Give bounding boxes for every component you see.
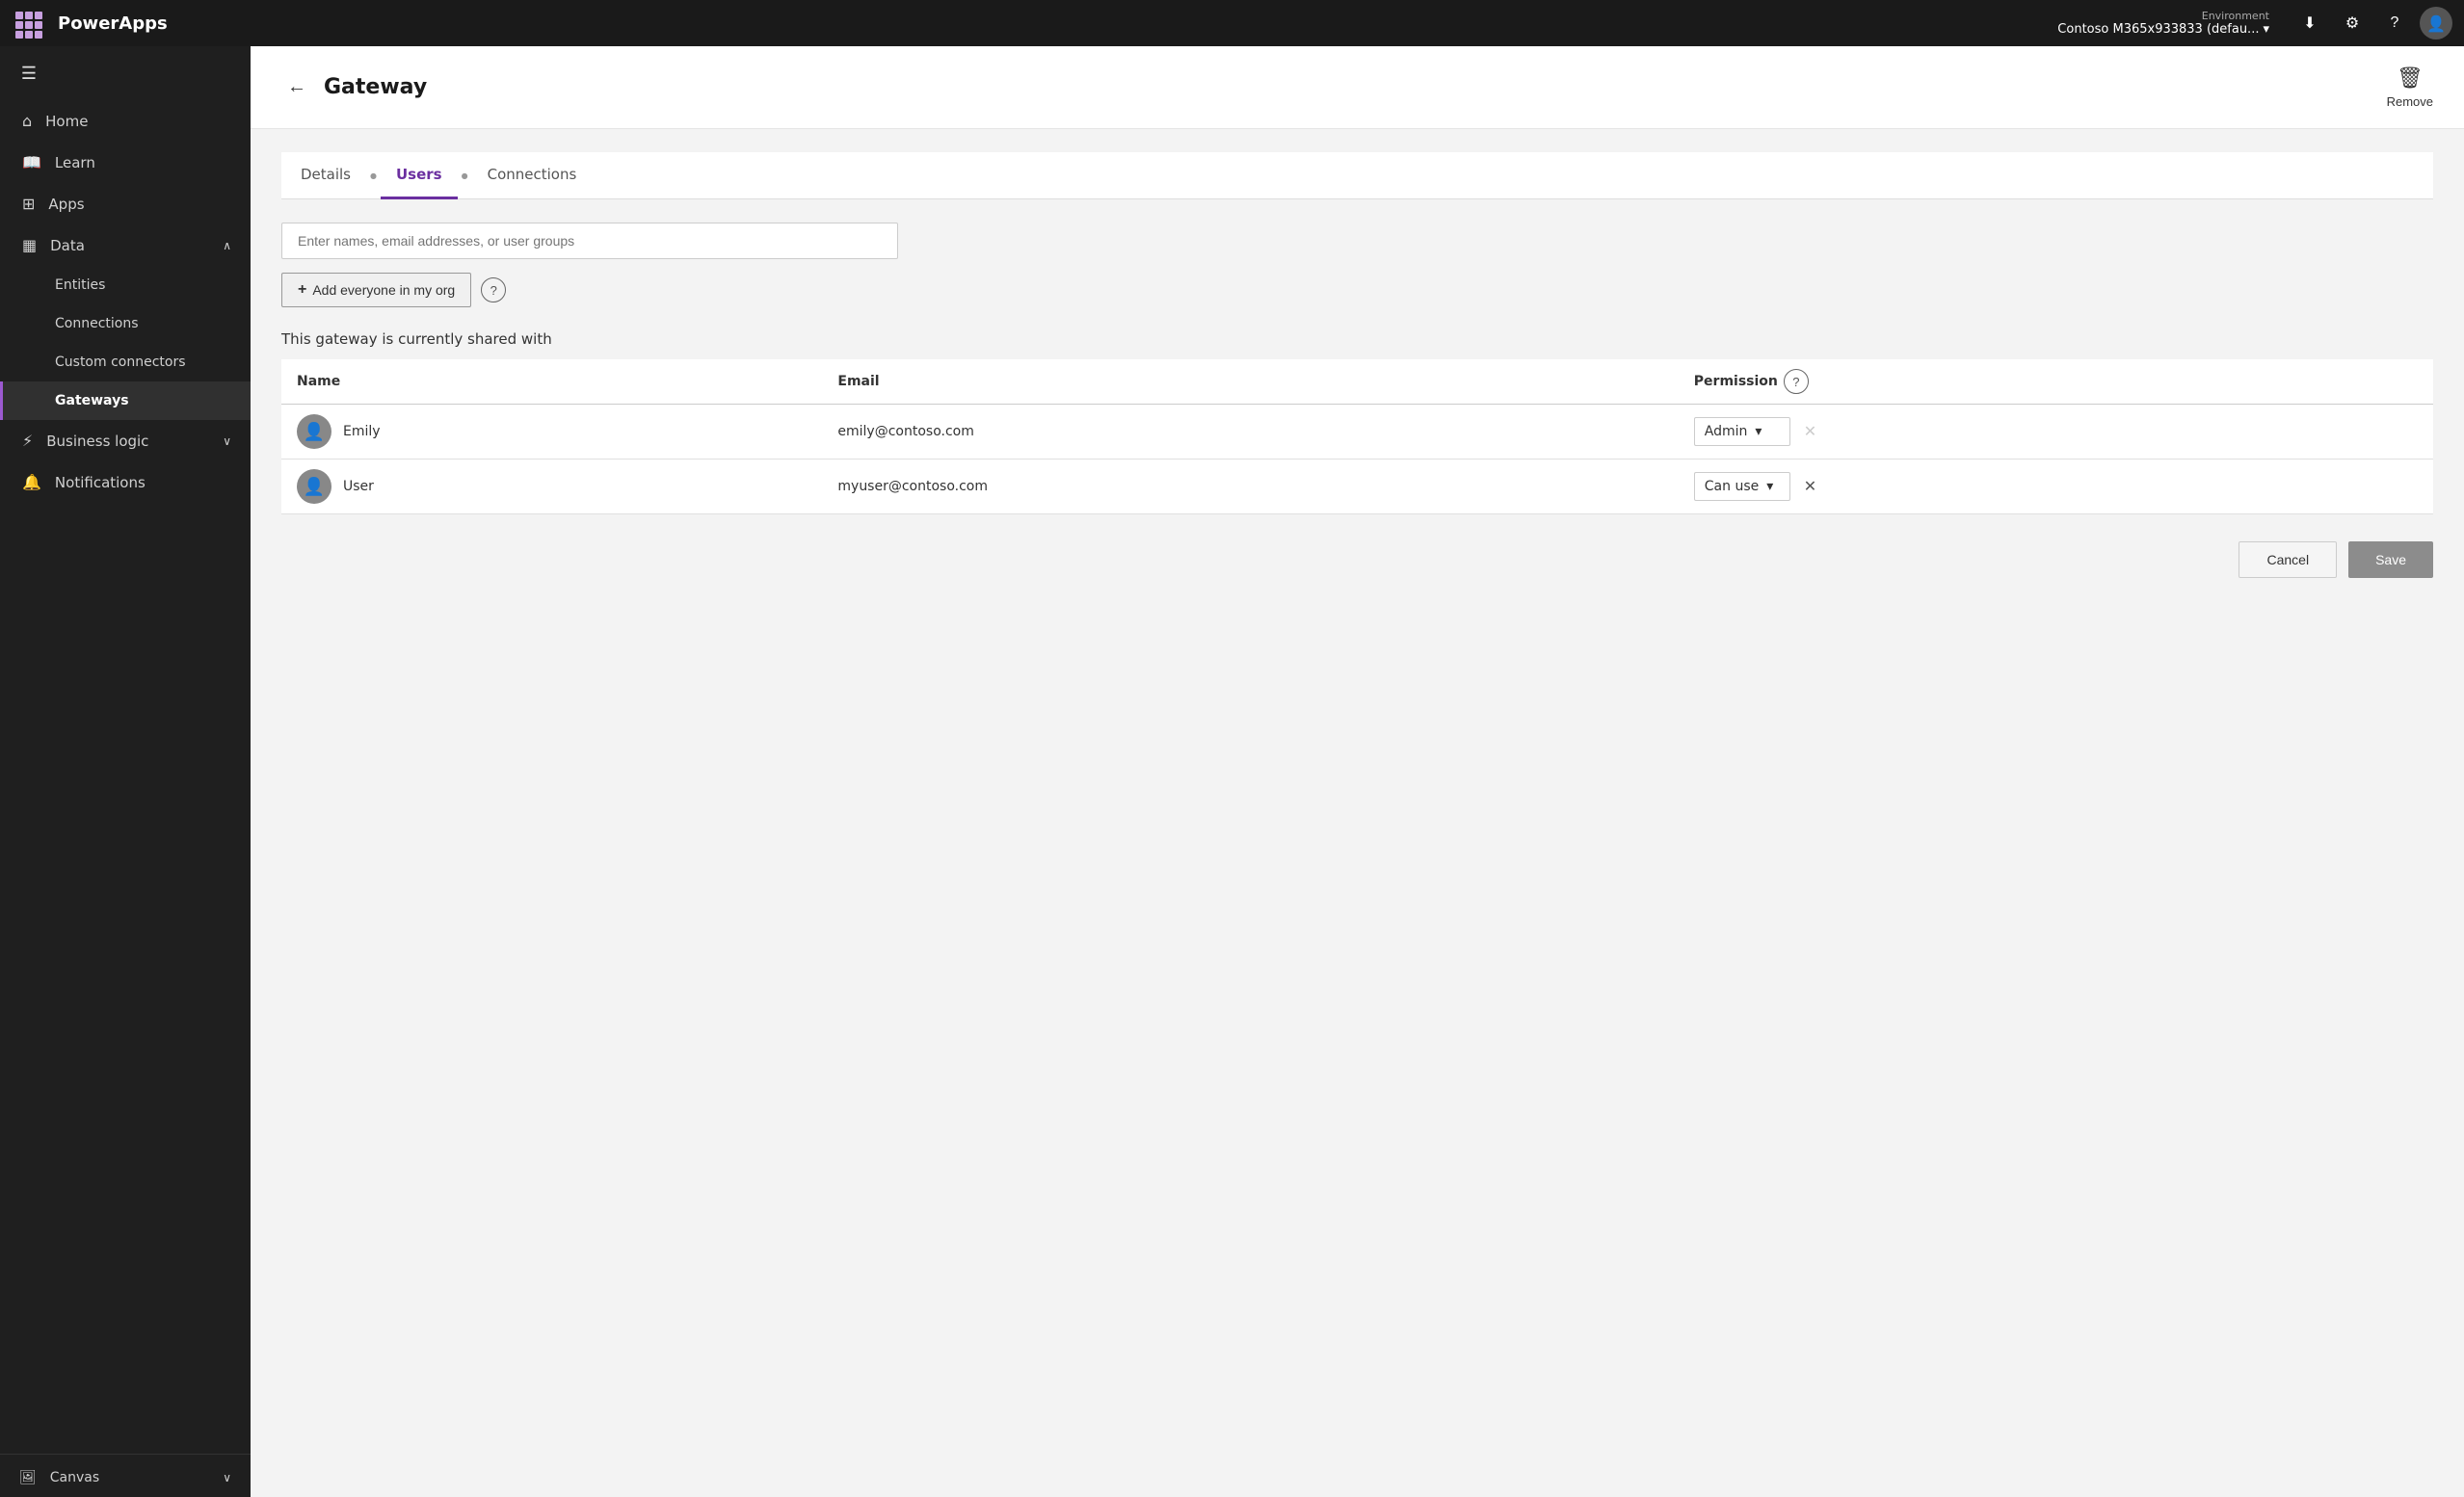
- remove-label: Remove: [2387, 94, 2433, 109]
- sidebar-item-connections[interactable]: Connections: [0, 304, 251, 343]
- back-button[interactable]: ←: [281, 72, 312, 103]
- tab-connections[interactable]: Connections: [472, 152, 593, 199]
- user-name: User: [343, 479, 374, 494]
- add-everyone-label: Add everyone in my org: [312, 282, 455, 298]
- remove-button[interactable]: 🗑 Remove: [2387, 66, 2433, 109]
- user-search-input[interactable]: [281, 223, 898, 259]
- user-name-cell: 👤 Emily: [281, 405, 822, 460]
- page-title: Gateway: [324, 75, 427, 99]
- tab-users[interactable]: Users: [381, 152, 458, 199]
- main-layout: ☰ ⌂ Home 📖 Learn ⊞ Apps ▦ Data ∧ Entitie…: [0, 46, 2464, 1497]
- topbar-icons: ⬇ ⚙ ? 👤: [2292, 6, 2452, 40]
- sidebar-item-label: Home: [45, 113, 88, 130]
- user-permission-cell: Admin ▾ ✕: [1679, 405, 2433, 460]
- dropdown-chevron-icon: ▾: [1755, 424, 1762, 439]
- home-icon: ⌂: [22, 112, 32, 130]
- environment-selector[interactable]: Environment Contoso M365x933833 (defau..…: [2057, 10, 2269, 37]
- sidebar-item-data[interactable]: ▦ Data ∧: [0, 224, 251, 266]
- canvas-icon: 🖼: [19, 1470, 37, 1485]
- plus-icon: +: [298, 281, 306, 299]
- avatar-icon: 👤: [2426, 14, 2446, 33]
- tab-dot-1: ●: [370, 171, 377, 180]
- app-logo: PowerApps: [58, 13, 168, 34]
- permission-dropdown-emily[interactable]: Admin ▾: [1694, 417, 1790, 446]
- page-header: ← Gateway 🗑 Remove: [251, 46, 2464, 129]
- cancel-button[interactable]: Cancel: [2239, 541, 2337, 578]
- col-header-permission: Permission ?: [1679, 359, 2433, 405]
- remove-user-emily-button[interactable]: ✕: [1798, 420, 1822, 443]
- sidebar-item-business-logic[interactable]: ⚡ Business logic ∨: [0, 420, 251, 461]
- user-avatar-emily: 👤: [297, 414, 331, 449]
- data-expand-icon: ∧: [223, 239, 231, 252]
- user-email-cell: emily@contoso.com: [822, 405, 1678, 460]
- sidebar-item-notifications[interactable]: 🔔 Notifications: [0, 461, 251, 503]
- business-expand-icon: ∨: [223, 434, 231, 448]
- user-avatar[interactable]: 👤: [2420, 7, 2452, 39]
- person-icon: 👤: [304, 477, 325, 497]
- sidebar-item-custom-connectors[interactable]: Custom connectors: [0, 343, 251, 381]
- apps-icon: ⊞: [22, 195, 35, 213]
- user-name-cell: 👤 User: [281, 460, 822, 514]
- users-table: Name Email Permission ?: [281, 359, 2433, 514]
- sidebar-item-label: Gateways: [55, 393, 129, 408]
- action-buttons: Cancel Save: [281, 541, 2433, 578]
- tab-bar: Details ● Users ● Connections: [281, 152, 2433, 199]
- col-header-name: Name: [281, 359, 822, 405]
- permission-dropdown-user[interactable]: Can use ▾: [1694, 472, 1790, 501]
- canvas-expand-icon: ∨: [223, 1471, 231, 1484]
- sidebar-item-learn[interactable]: 📖 Learn: [0, 142, 251, 183]
- page-body: Details ● Users ● Connections + Add ever…: [251, 129, 2464, 1497]
- user-name: Emily: [343, 424, 381, 439]
- business-logic-icon: ⚡: [22, 432, 33, 450]
- table-row: 👤 User myuser@contoso.com Can use: [281, 460, 2433, 514]
- learn-icon: 📖: [22, 153, 41, 171]
- dropdown-chevron-icon: ▾: [1766, 479, 1773, 494]
- sidebar-item-label: Learn: [55, 154, 95, 171]
- env-label: Environment: [2202, 10, 2269, 22]
- content-area: ← Gateway 🗑 Remove Details ● Users ●: [251, 46, 2464, 1497]
- waffle-menu[interactable]: [12, 8, 42, 39]
- env-chevron-icon: ▾: [2263, 22, 2269, 37]
- download-button[interactable]: ⬇: [2292, 6, 2327, 40]
- sidebar-item-label: Data: [50, 237, 85, 254]
- sidebar-item-home[interactable]: ⌂ Home: [0, 100, 251, 142]
- user-email-cell: myuser@contoso.com: [822, 460, 1678, 514]
- sidebar-item-entities[interactable]: Entities: [0, 266, 251, 304]
- sidebar-item-apps[interactable]: ⊞ Apps: [0, 183, 251, 224]
- env-value: Contoso M365x933833 (defau... ▾: [2057, 22, 2269, 37]
- sidebar-item-label: Notifications: [55, 474, 146, 491]
- add-everyone-help-button[interactable]: ?: [481, 277, 506, 302]
- table-row: 👤 Emily emily@contoso.com Admin: [281, 405, 2433, 460]
- add-everyone-row: + Add everyone in my org ?: [281, 273, 2433, 307]
- tab-dot-2: ●: [462, 171, 468, 180]
- sidebar-item-label: Business logic: [46, 433, 148, 450]
- tab-details[interactable]: Details: [285, 152, 366, 199]
- sidebar-divider: [0, 1454, 251, 1455]
- person-icon: 👤: [304, 422, 325, 442]
- user-permission-cell: Can use ▾ ✕: [1679, 460, 2433, 514]
- settings-button[interactable]: ⚙: [2335, 6, 2370, 40]
- sidebar-toggle-button[interactable]: ☰: [10, 54, 48, 92]
- page-header-left: ← Gateway: [281, 72, 427, 103]
- topbar: PowerApps Environment Contoso M365x93383…: [0, 0, 2464, 46]
- sidebar-item-label: Connections: [55, 316, 139, 331]
- remove-user-button[interactable]: ✕: [1798, 475, 1822, 498]
- canvas-label: Canvas: [50, 1470, 99, 1485]
- trash-icon: 🗑: [2397, 66, 2424, 91]
- help-button[interactable]: ?: [2377, 6, 2412, 40]
- sidebar-item-label: Apps: [48, 196, 84, 213]
- data-icon: ▦: [22, 236, 37, 254]
- notifications-icon: 🔔: [22, 473, 41, 491]
- shared-with-label: This gateway is currently shared with: [281, 330, 2433, 348]
- add-everyone-button[interactable]: + Add everyone in my org: [281, 273, 471, 307]
- col-header-email: Email: [822, 359, 1678, 405]
- permission-help-button[interactable]: ?: [1784, 369, 1809, 394]
- save-button[interactable]: Save: [2348, 541, 2433, 578]
- sidebar-item-gateways[interactable]: Gateways: [0, 381, 251, 420]
- sidebar-item-label: Entities: [55, 277, 105, 293]
- sidebar: ☰ ⌂ Home 📖 Learn ⊞ Apps ▦ Data ∧ Entitie…: [0, 46, 251, 1497]
- sidebar-item-label: Custom connectors: [55, 355, 186, 370]
- user-avatar-user: 👤: [297, 469, 331, 504]
- sidebar-item-canvas[interactable]: 🖼 Canvas ∨: [0, 1458, 251, 1497]
